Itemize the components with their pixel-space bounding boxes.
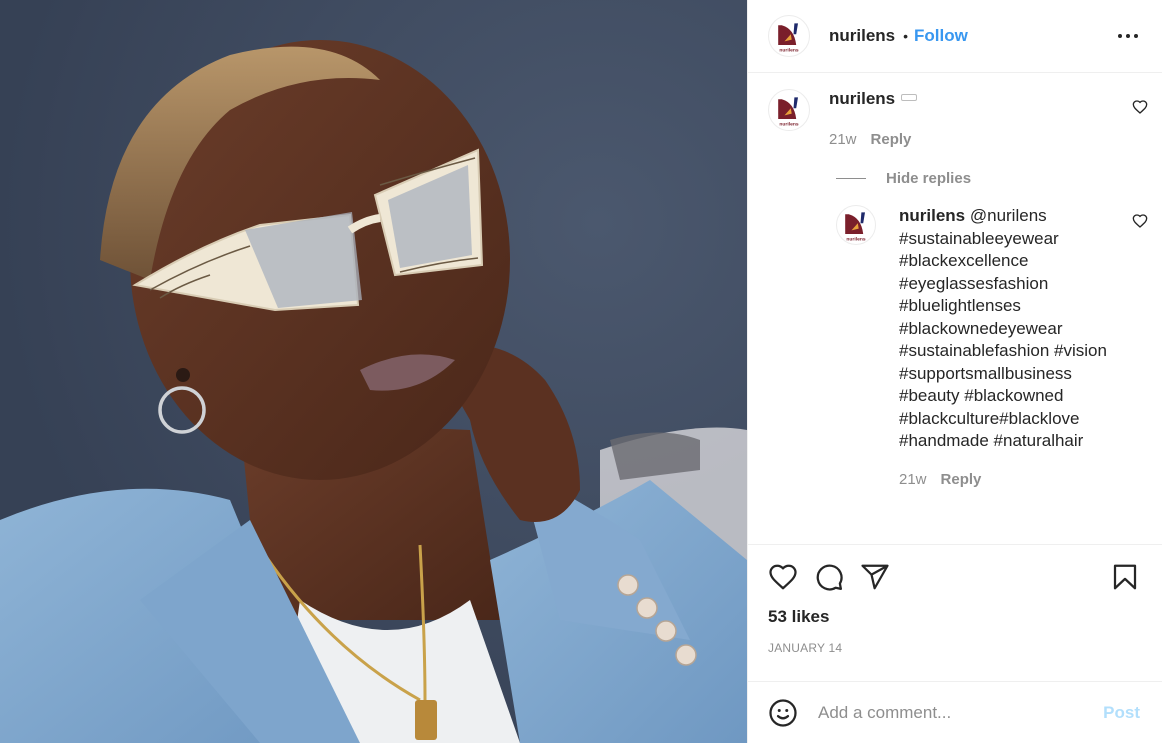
comment-like-heart-icon[interactable] [1132, 99, 1148, 120]
post-sidebar: nurilens nurilens • Follow nurilens nuri… [747, 0, 1162, 743]
nurilens-logo-icon: nurilens [778, 23, 799, 53]
hashtag-link[interactable]: #naturalhair [994, 431, 1084, 450]
hashtag-list: #sustainableeyewear #blackexcellence #eyeg… [899, 228, 1142, 453]
svg-text:nurilens: nurilens [779, 121, 798, 127]
hashtag-link[interactable]: #supportsmallbusiness [899, 364, 1072, 383]
hashtag-link[interactable]: #eyeglassesfashion [899, 274, 1048, 293]
nurilens-logo-icon: nurilens [778, 97, 799, 127]
post-date[interactable]: JANUARY 14 [768, 641, 1142, 655]
reply-button[interactable]: Reply [871, 131, 912, 148]
reply-comment: nurilens nurilens @nurilens #sustainable… [748, 187, 1162, 488]
hashtag-link[interactable]: #sustainablefashion [899, 341, 1049, 360]
comment: nurilens nurilens 21w Reply [748, 74, 1162, 148]
hashtag-link[interactable]: #blackowned [964, 386, 1063, 405]
post-actions-section: 53 likes JANUARY 14 [748, 544, 1162, 655]
hashtag-line: #supportsmallbusiness [899, 363, 1142, 386]
hashtag-link[interactable]: #beauty [899, 386, 960, 405]
hashtag-link[interactable]: #blackexcellence [899, 251, 1028, 270]
reply-author[interactable]: nurilens [899, 206, 965, 225]
separator-dot: • [903, 28, 909, 44]
svg-text:nurilens: nurilens [779, 47, 798, 53]
hashtag-line: #handmade #naturalhair [899, 430, 1142, 453]
hashtag-line: #sustainableeyewear [899, 228, 1142, 251]
svg-text:nurilens: nurilens [846, 236, 865, 242]
post-photo-illustration [0, 0, 747, 743]
bookmark-icon[interactable] [1110, 562, 1140, 592]
hide-replies-label: Hide replies [886, 170, 972, 187]
reply-age: 21w [899, 470, 927, 488]
hashtag-line: #bluelightlenses [899, 295, 1142, 318]
reply-avatar[interactable]: nurilens [836, 205, 876, 245]
hashtag-line: #eyeglassesfashion [899, 273, 1142, 296]
add-comment-bar: Post [748, 681, 1162, 743]
hashtag-line: #sustainablefashion #vision [899, 340, 1142, 363]
reply-meta: 21w Reply [899, 471, 1142, 488]
comment-meta: 21w Reply [829, 131, 1142, 148]
add-comment-input[interactable] [818, 702, 1104, 723]
hashtag-link[interactable]: #bluelightlenses [899, 296, 1021, 315]
hashtag-line: #blackownedeyewear [899, 318, 1142, 341]
hashtag-line: #beauty #blackowned [899, 385, 1142, 408]
hashtag-link[interactable]: #blackownedeyewear [899, 319, 1063, 338]
hide-replies-line [836, 178, 866, 179]
more-options-icon[interactable] [1118, 28, 1138, 44]
action-bar [768, 545, 1142, 609]
comment-author[interactable]: nurilens [829, 89, 895, 108]
hashtag-line: #blackexcellence [899, 250, 1142, 273]
comment-avatar[interactable]: nurilens [768, 89, 810, 131]
hashtag-link[interactable]: #sustainableeyewear [899, 229, 1059, 248]
reply-text: nurilens @nurilens #sustainableeyewear #b… [899, 205, 1142, 453]
post-comment-button[interactable]: Post [1103, 703, 1140, 723]
hide-replies-button[interactable]: Hide replies [836, 170, 1162, 187]
hashtag-link[interactable]: #vision [1054, 341, 1107, 360]
glasses-emoji-icon [901, 94, 918, 102]
comment-icon[interactable] [814, 562, 844, 592]
hashtag-link[interactable]: #blackculture#blacklove [899, 409, 1080, 428]
author-avatar[interactable]: nurilens [768, 15, 810, 57]
follow-button[interactable]: Follow [914, 26, 968, 46]
reply-mention[interactable]: @nurilens [970, 206, 1047, 225]
comments-list[interactable]: nurilens nurilens 21w Reply Hide replies [748, 74, 1162, 544]
heart-icon[interactable] [768, 562, 798, 592]
reply-like-heart-icon[interactable] [1132, 213, 1148, 234]
reply-button[interactable]: Reply [941, 471, 982, 488]
author-username[interactable]: nurilens [829, 26, 895, 46]
hashtag-line: #blackculture#blacklove [899, 408, 1142, 431]
comment-age: 21w [829, 131, 857, 148]
post-header: nurilens nurilens • Follow [748, 0, 1162, 73]
nurilens-logo-icon: nurilens [845, 212, 866, 242]
post-image[interactable] [0, 0, 747, 743]
smiley-icon[interactable] [768, 698, 798, 728]
hashtag-link[interactable]: #handmade [899, 431, 989, 450]
share-icon[interactable] [860, 562, 890, 592]
pendant [415, 700, 437, 740]
likes-count[interactable]: 53 likes [768, 607, 1142, 627]
